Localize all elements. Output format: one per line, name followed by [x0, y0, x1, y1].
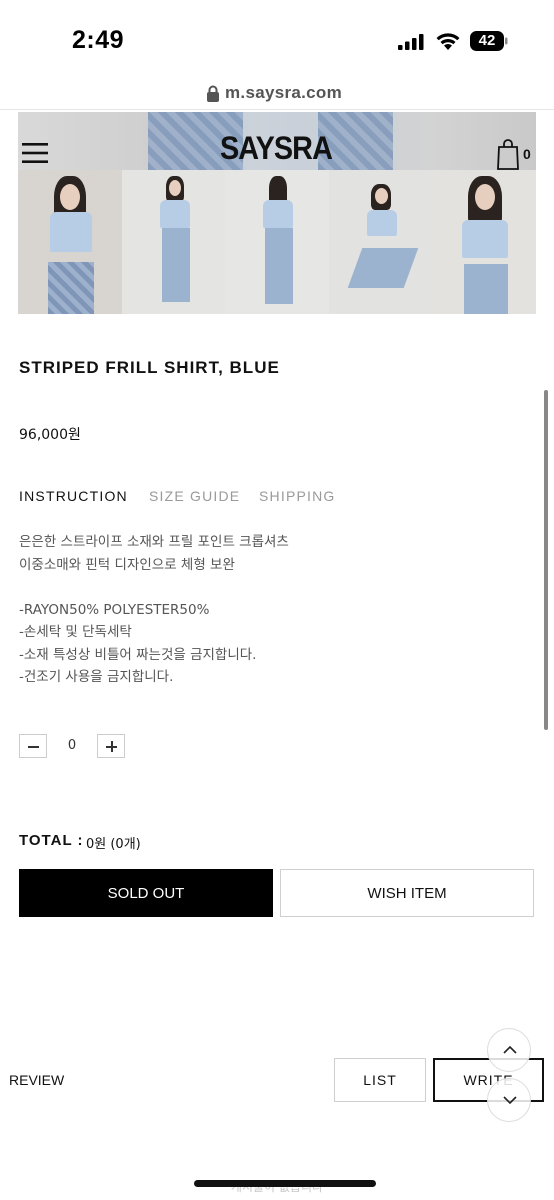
tab-shipping[interactable]: SHIPPING [259, 488, 336, 504]
total-value: 0원 (0개) [86, 837, 141, 852]
quantity-decrease-button[interactable] [19, 734, 47, 758]
product-price: 96,000원 [19, 427, 81, 443]
product-thumbnail[interactable] [225, 170, 329, 314]
wish-item-button[interactable]: WISH ITEM [280, 869, 534, 917]
model-shirt [263, 200, 294, 228]
model-jeans [347, 248, 419, 288]
tab-size-guide[interactable]: SIZE GUIDE [149, 488, 240, 504]
scroll-to-bottom-button[interactable] [487, 1078, 531, 1122]
model-jeans [265, 228, 294, 304]
description-line: -RAYON50% POLYESTER50% [19, 601, 210, 618]
model-shirt [366, 210, 397, 236]
status-bar: 2:49 42 [0, 0, 554, 80]
chevron-up-icon [503, 1045, 517, 1054]
review-section-title: REVIEW [9, 1072, 65, 1088]
model-shirt [462, 220, 509, 258]
battery-percentage: 42 [478, 32, 496, 49]
product-thumbnail[interactable] [121, 170, 226, 314]
status-time: 2:49 [72, 26, 125, 54]
product-thumbnail[interactable] [18, 170, 122, 314]
cellular-signal-icon [398, 34, 424, 50]
description-line: -건조기 사용을 금지합니다. [19, 669, 174, 685]
description-line: 이중소매와 핀턱 디자인으로 체형 보완 [19, 556, 235, 573]
model-shirt [50, 212, 92, 252]
product-thumbnail-strip [18, 170, 536, 314]
url-text: m.saysra.com [225, 83, 343, 102]
product-thumbnail[interactable] [328, 170, 433, 314]
cart-count: 0 [523, 146, 531, 162]
quantity-increase-button[interactable] [97, 734, 125, 758]
brand-logo[interactable]: SAYSRA [195, 130, 357, 167]
product-title: STRIPED FRILL SHIRT, BLUE [19, 358, 280, 377]
shopping-bag-icon[interactable] [497, 138, 519, 170]
description-line: -손세탁 및 단독세탁 [19, 624, 132, 640]
scroll-to-top-button[interactable] [487, 1028, 531, 1072]
model-jeans [161, 228, 190, 302]
tab-instruction[interactable]: INSTRUCTION [19, 488, 128, 504]
wifi-icon [436, 33, 460, 50]
product-description: 은은한 스트라이프 소재와 프릴 포인트 크롭셔츠 이중소매와 핀턱 디자인으로… [19, 531, 519, 689]
total-label: TOTAL : [19, 832, 84, 849]
hamburger-menu-icon[interactable] [22, 142, 48, 164]
model-face [374, 188, 388, 204]
lock-icon [207, 85, 219, 102]
model-shirt [159, 200, 190, 228]
model-face [60, 184, 80, 210]
sold-out-button[interactable]: SOLD OUT [19, 869, 273, 917]
page-scrollbar[interactable] [544, 390, 548, 730]
chevron-down-icon [503, 1096, 517, 1105]
review-list-button[interactable]: LIST [334, 1058, 426, 1102]
description-line: 은은한 스트라이프 소재와 프릴 포인트 크롭셔츠 [19, 534, 289, 550]
model-jeans [464, 264, 509, 314]
browser-address-bar[interactable]: m.saysra.com [0, 80, 554, 110]
description-line [19, 576, 519, 599]
model-jeans [48, 262, 94, 314]
home-indicator[interactable] [194, 1180, 376, 1187]
model-face [168, 180, 181, 196]
description-line: -소재 특성상 비틀어 짜는것을 금지합니다. [19, 646, 257, 663]
quantity-value: 0 [67, 738, 77, 753]
product-thumbnail[interactable] [432, 170, 536, 314]
